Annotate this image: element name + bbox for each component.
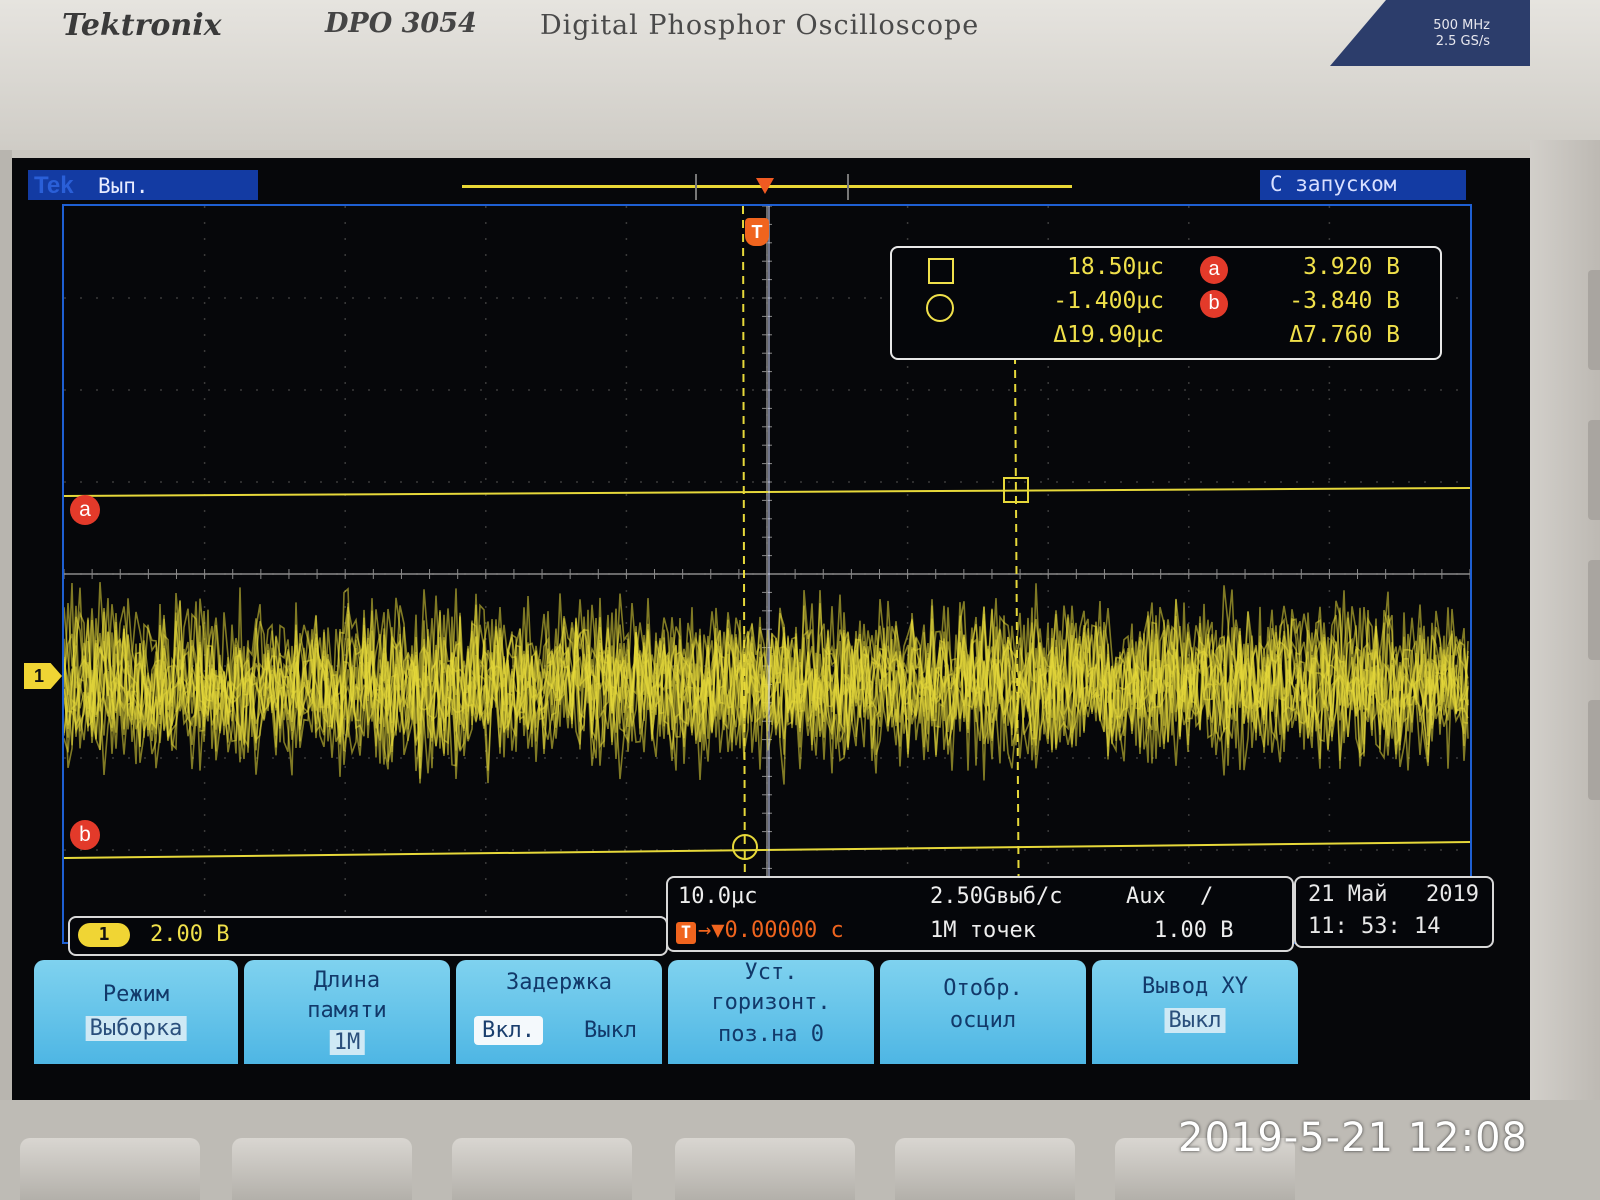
spec-badge: 500 MHz 2.5 GS/s [1330,0,1530,66]
trigger-status: С запуском [1260,170,1466,200]
channel1-volts-per-div: 2.00 В [150,922,230,947]
menu-display-label1: Отобр. [943,976,1023,1001]
device-left-bezel [0,150,12,1100]
timebase: 10.0µс [678,884,758,909]
menu-delay-label: Задержка [506,970,612,995]
trigger-source: Aux [1126,884,1166,909]
bezel-button-1[interactable] [20,1138,200,1200]
acquisition-state: Вып. [98,174,149,198]
menu-set-horizontal-label2: горизонт. [711,990,831,1015]
time: 11: 53: 14 [1308,914,1441,939]
tek-logo: Tek [34,172,74,199]
menu-record-length-label1: Длина [313,968,381,993]
side-button-4[interactable] [1588,700,1600,800]
trigger-marker[interactable]: T [745,218,769,246]
cursor2-circle-icon [926,294,954,322]
bezel-button-2[interactable] [232,1138,412,1200]
device-top-bezel: Tektronix DPO 3054 Digital Phosphor Osci… [0,0,1600,150]
menu-display-button[interactable]: Отобр. осцил [880,960,1086,1064]
datetime-readout: 21 Май 2019 11: 53: 14 [1294,876,1494,948]
channel1-ground-marker[interactable]: 1 [24,663,62,689]
model-name: DPO 3054 [325,8,477,39]
trigger-level: 1.00 В [1154,918,1234,943]
menu-record-length-button[interactable]: Длина памяти 1М [244,960,450,1064]
bezel-button-3[interactable] [452,1138,632,1200]
side-button-2[interactable] [1588,420,1600,520]
channel1-trace [64,582,1469,785]
menu-xy-value: Выкл [1164,1008,1226,1033]
cursor-delta-voltage: Δ7.760 В [1289,322,1400,348]
model-description: Digital Phosphor Oscilloscope [540,10,980,41]
trigger-delay-icon: T [676,922,696,944]
menu-record-length-label2: памяти [307,998,387,1023]
menu-delay-on[interactable]: Вкл. [474,1016,543,1045]
bezel-button-5[interactable] [895,1138,1075,1200]
year: 2019 [1426,882,1479,907]
cursor1-time: 18.50µс [1067,254,1164,280]
channel1-badge: 1 [78,923,130,947]
cursor-1-vline [742,206,746,942]
record-length: 1М точек [930,918,1036,943]
cursor-b-marker[interactable]: b [70,820,100,850]
date: 21 Май [1308,882,1388,907]
status-tag: Tek Вып. [28,170,258,200]
cursor-readout-panel: 18.50µс -1.400µс Δ19.90µс a b 3.920 В -3… [890,246,1442,360]
menu-xy-label: Вывод XY [1142,974,1248,999]
menu-mode-value: Выборка [85,1016,187,1041]
spec-bandwidth: 500 MHz [1433,18,1490,33]
menu-mode-label: Режим [102,982,170,1007]
photo-timestamp: 2019-5-21 12:08 [1178,1115,1528,1161]
menu-delay-button[interactable]: Задержка Вкл. Выкл [456,960,662,1064]
menu-xy-button[interactable]: Вывод XY Выкл [1092,960,1298,1064]
menu-display-label2: осцил [949,1008,1017,1033]
bottom-menu: Режим Выборка Длина памяти 1М Задержка В… [24,960,1518,1068]
brand-logo: Tektronix [62,8,222,43]
bezel-button-4[interactable] [675,1138,855,1200]
menu-set-horizontal-label1: Уст. [744,960,798,985]
menu-set-horizontal-button[interactable]: Уст. горизонт. поз.на 0 [668,960,874,1064]
cursor-delta-time: Δ19.90µс [1053,322,1164,348]
channel1-scale-readout[interactable]: 1 2.00 В [68,916,668,956]
cursor-a-marker[interactable]: a [70,495,100,525]
menu-mode-button[interactable]: Режим Выборка [34,960,238,1064]
cursor-b-label: b [1200,290,1228,318]
side-button-1[interactable] [1588,270,1600,370]
menu-record-length-value: 1М [329,1030,365,1055]
cursor-b-voltage: -3.840 В [1289,288,1400,314]
oscilloscope-screen: Tek Вып. С запуском T a b 1 18.50µс -1.4… [12,158,1530,1100]
cursor-a-voltage: 3.920 В [1303,254,1400,280]
side-button-3[interactable] [1588,560,1600,660]
cursor2-time: -1.400µс [1053,288,1164,314]
sample-rate: 2.50Gвыб/с [930,884,1063,909]
menu-set-horizontal-label3: поз.на 0 [718,1022,824,1047]
trigger-delay: →▼0.00000 с [698,918,844,943]
horizontal-readout[interactable]: 10.0µс T →▼0.00000 с 2.50Gвыб/с 1М точек… [666,876,1294,952]
trigger-slope-icon: / [1200,884,1214,909]
spec-samplerate: 2.5 GS/s [1435,34,1490,49]
menu-delay-off[interactable]: Выкл [584,1018,637,1043]
trigger-position-marker [756,178,774,194]
cursor1-square-icon [928,258,954,284]
cursor-a-label: a [1200,256,1228,284]
